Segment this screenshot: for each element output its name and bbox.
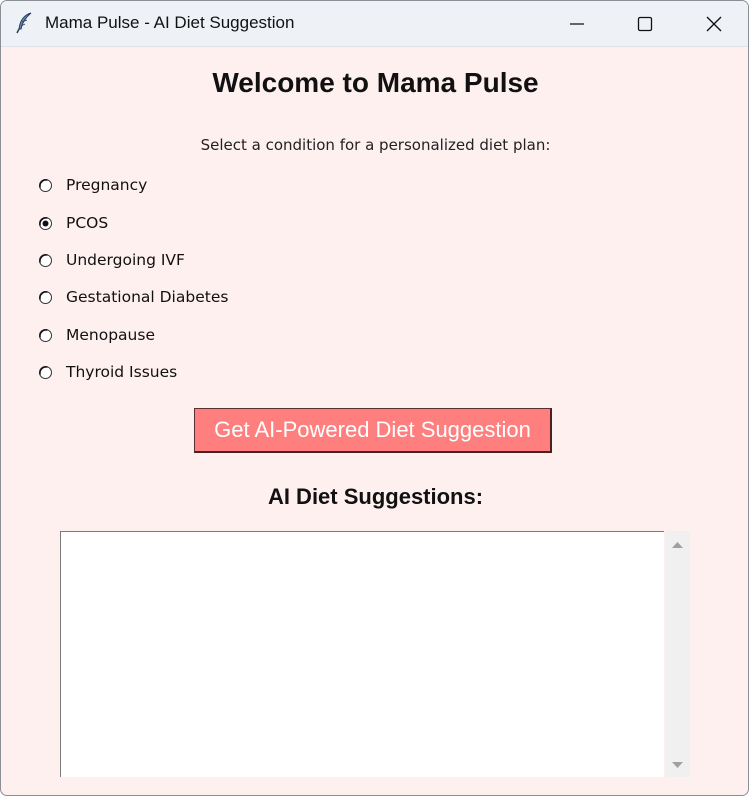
page-title: Welcome to Mama Pulse (212, 67, 539, 98)
radio-option-ivf[interactable]: Undergoing IVF (38, 250, 298, 274)
window-title: Mama Pulse - AI Diet Suggestion (45, 13, 295, 32)
radio-button[interactable] (38, 216, 53, 231)
close-button[interactable] (679, 1, 748, 46)
radio-unchecked-icon (39, 291, 52, 304)
triangle-down-icon (672, 762, 683, 768)
scroll-up-button[interactable] (665, 535, 690, 555)
radio-button[interactable] (38, 290, 53, 305)
main-content: Welcome to Mama Pulse Select a condition… (1, 47, 748, 795)
radio-unchecked-icon (39, 329, 52, 342)
radio-label: Gestational Diabetes (66, 288, 229, 306)
radio-button[interactable] (38, 328, 53, 343)
diet-suggestions-textarea[interactable] (60, 531, 664, 777)
radio-option-pregnancy[interactable]: Pregnancy (38, 175, 298, 199)
title-bar[interactable]: Mama Pulse - AI Diet Suggestion (1, 1, 748, 47)
radio-label: Undergoing IVF (66, 251, 185, 269)
minimize-icon (570, 23, 584, 25)
feather-icon (15, 12, 35, 34)
scroll-down-button[interactable] (665, 755, 690, 775)
radio-option-pcos[interactable]: PCOS (38, 213, 298, 237)
triangle-up-icon (672, 542, 683, 548)
radio-checked-icon (39, 217, 52, 230)
vertical-scrollbar[interactable] (665, 531, 690, 777)
results-heading: AI Diet Suggestions: (267, 484, 484, 509)
minimize-button[interactable] (542, 1, 612, 46)
app-window: Mama Pulse - AI Diet Suggestion Welcome … (0, 0, 749, 796)
radio-unchecked-icon (39, 366, 52, 379)
radio-unchecked-icon (39, 179, 52, 192)
radio-option-gestational-diabetes[interactable]: Gestational Diabetes (38, 287, 298, 311)
radio-unchecked-icon (39, 254, 52, 267)
maximize-button[interactable] (610, 1, 680, 46)
radio-label: Pregnancy (66, 176, 148, 194)
radio-button[interactable] (38, 178, 53, 193)
close-icon (706, 16, 722, 32)
radio-option-thyroid-issues[interactable]: Thyroid Issues (38, 362, 298, 386)
radio-label: Thyroid Issues (66, 363, 178, 381)
radio-option-menopause[interactable]: Menopause (38, 325, 298, 349)
radio-label: PCOS (66, 214, 109, 232)
maximize-icon (637, 16, 653, 32)
radio-button[interactable] (38, 253, 53, 268)
condition-prompt: Select a condition for a personalized di… (200, 136, 551, 154)
radio-button[interactable] (38, 365, 53, 380)
radio-label: Menopause (66, 326, 155, 344)
get-diet-suggestion-button[interactable]: Get AI-Powered Diet Suggestion (194, 408, 552, 453)
